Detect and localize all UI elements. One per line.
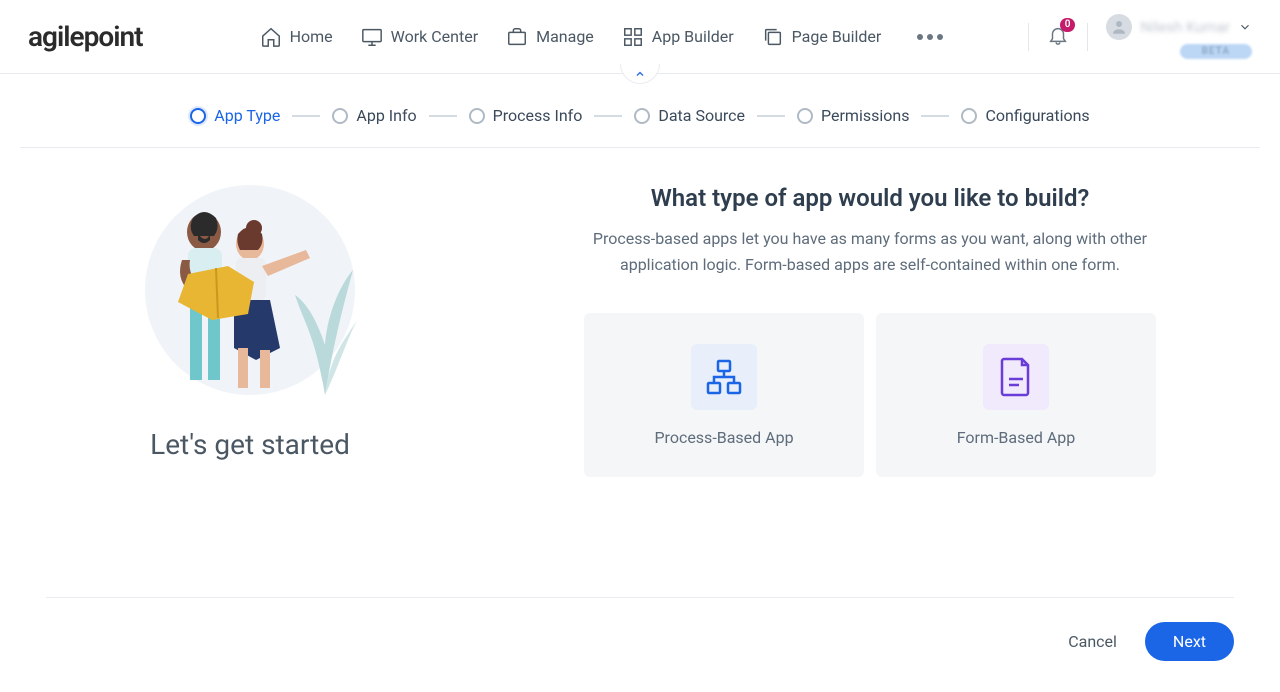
divider: [1087, 23, 1088, 51]
cancel-button[interactable]: Cancel: [1068, 632, 1117, 651]
left-heading: Let's get started: [150, 428, 350, 461]
monitor-icon: [361, 26, 383, 48]
main-title: What type of app would you like to build…: [651, 184, 1090, 212]
notifications-button[interactable]: 0: [1047, 24, 1069, 50]
nav-manage[interactable]: Manage: [506, 26, 594, 48]
nav-label: Manage: [536, 27, 594, 46]
nav-work-center[interactable]: Work Center: [361, 26, 478, 48]
chevron-down-icon: [1238, 20, 1252, 34]
nav-home[interactable]: Home: [260, 26, 333, 48]
nav-page-builder[interactable]: Page Builder: [762, 26, 882, 48]
chevron-up-icon: [634, 68, 646, 80]
option-process-based[interactable]: Process-Based App: [584, 313, 864, 477]
step-app-type[interactable]: App Type: [190, 106, 280, 125]
process-icon: [691, 344, 757, 410]
copy-icon: [762, 26, 784, 48]
nav-label: Page Builder: [792, 27, 882, 46]
avatar: [1106, 14, 1132, 40]
grid-icon: [622, 26, 644, 48]
nav-label: Home: [290, 27, 333, 46]
form-icon: [983, 344, 1049, 410]
nav-label: Work Center: [391, 27, 478, 46]
step-configurations[interactable]: Configurations: [961, 106, 1089, 125]
step-permissions[interactable]: Permissions: [797, 106, 909, 125]
option-form-based[interactable]: Form-Based App: [876, 313, 1156, 477]
logo: agilepoint: [28, 20, 143, 53]
main-description: Process-based apps let you have as many …: [580, 226, 1160, 277]
user-menu[interactable]: Nilesh Kumar: [1106, 14, 1252, 40]
step-data-source[interactable]: Data Source: [634, 106, 745, 125]
card-label: Form-Based App: [957, 428, 1076, 447]
notification-badge: 0: [1060, 18, 1076, 32]
nav-app-builder[interactable]: App Builder: [622, 26, 734, 48]
nav-more[interactable]: [909, 34, 951, 40]
step-process-info[interactable]: Process Info: [469, 106, 583, 125]
home-icon: [260, 26, 282, 48]
next-button[interactable]: Next: [1145, 622, 1234, 661]
wizard-stepper: App Type App Info Process Info Data Sour…: [20, 74, 1260, 148]
briefcase-icon: [506, 26, 528, 48]
divider: [1028, 23, 1029, 51]
step-app-info[interactable]: App Info: [332, 106, 416, 125]
nav-label: App Builder: [652, 27, 734, 46]
beta-badge: BETA: [1180, 44, 1252, 59]
illustration: [130, 180, 370, 410]
user-name: Nilesh Kumar: [1140, 18, 1230, 36]
card-label: Process-Based App: [654, 428, 793, 447]
